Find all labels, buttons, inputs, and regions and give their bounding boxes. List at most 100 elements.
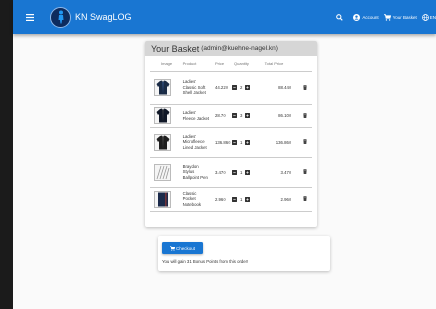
product-thumbnail[interactable]	[154, 190, 171, 208]
shopping-cart-icon	[383, 13, 391, 21]
basket-table: Image Product Price Quantity Total Price…	[150, 56, 312, 212]
quantity-stepper: 3	[232, 113, 265, 118]
product-price: 3.47¤	[209, 157, 233, 188]
table-row: Braydon Stylus Ballpoint Pen 3.47¤ 1 3.4…	[150, 157, 312, 188]
language-label: EN	[429, 14, 436, 20]
column-header-quantity: Quantity	[232, 56, 265, 72]
quantity-stepper: 2	[232, 85, 265, 90]
shopping-cart-icon	[169, 245, 175, 251]
language-button[interactable]: EN	[421, 13, 436, 21]
quantity-cell: 1	[232, 187, 265, 212]
increase-quantity-button[interactable]	[245, 85, 251, 90]
increase-quantity-button[interactable]	[245, 196, 251, 202]
minus-icon	[233, 198, 236, 200]
basket-button[interactable]: Your Basket	[383, 13, 417, 21]
table-row: Ladies' Microfleece Lined Jacket 136.86¤…	[150, 127, 312, 158]
checkout-label: Checkout	[175, 245, 195, 251]
plus-icon	[246, 140, 250, 144]
image-cell	[150, 157, 183, 188]
quantity-cell: 3	[232, 104, 265, 128]
app-logo[interactable]	[50, 6, 71, 28]
plus-icon	[246, 86, 250, 89]
quantity-stepper: 1	[232, 196, 265, 202]
trash-icon	[302, 139, 307, 144]
product-thumbnail[interactable]	[154, 133, 171, 151]
account-label: Account	[362, 14, 379, 20]
quantity-value: 2	[240, 85, 243, 90]
minus-icon	[233, 141, 236, 143]
trash-icon	[302, 169, 307, 174]
total-price: 136.86¤	[264, 127, 298, 158]
table-header-row: Image Product Price Quantity Total Price	[150, 56, 312, 72]
column-header-total-price: Total Price	[264, 56, 298, 72]
column-header-image: Image	[150, 56, 183, 72]
delete-item-button[interactable]	[302, 196, 307, 201]
product-name: Braydon Stylus Ballpoint Pen	[182, 157, 210, 188]
pen-icon	[156, 165, 170, 179]
app-page: KN SwagLOG Account Your Basket EN Your B…	[13, 0, 436, 309]
delete-item-button[interactable]	[302, 169, 307, 174]
checkout-button[interactable]: Checkout	[162, 242, 203, 254]
delete-item-button[interactable]	[302, 84, 307, 90]
top-toolbar: KN SwagLOG Account Your Basket EN	[13, 0, 436, 34]
jacket-icon	[156, 80, 169, 95]
minus-icon	[233, 171, 236, 173]
delete-item-button[interactable]	[302, 139, 307, 144]
notebook-icon	[157, 192, 168, 206]
logo-figure-icon	[58, 10, 63, 24]
menu-button[interactable]	[21, 8, 39, 26]
table-row: Classic Pocket Notebook 2.96¤ 1 2.96¤	[150, 187, 312, 212]
decrease-quantity-button[interactable]	[232, 85, 238, 90]
decrease-quantity-button[interactable]	[232, 139, 238, 145]
product-name: Ladies' Fleece Jacket	[182, 104, 210, 128]
column-header-product: Product	[182, 56, 210, 72]
search-icon	[336, 13, 343, 21]
delete-cell	[297, 157, 312, 188]
increase-quantity-button[interactable]	[245, 113, 251, 118]
account-button[interactable]: Account	[353, 13, 379, 21]
quantity-cell: 1	[232, 127, 265, 158]
bonus-points-message: You will gain 31 Bonus Points from this …	[162, 259, 249, 264]
column-header-actions	[297, 56, 312, 72]
product-name: Ladies' Classic Soft Shell Jacket	[182, 71, 210, 105]
jacket-icon	[156, 135, 169, 149]
trash-icon	[302, 84, 307, 90]
plus-icon	[246, 114, 250, 117]
decrease-quantity-button[interactable]	[232, 113, 238, 118]
jacket-icon	[156, 108, 169, 123]
basket-title: Your Basket	[151, 43, 200, 54]
plus-icon	[246, 170, 250, 174]
product-price: 136.86¤	[209, 127, 233, 158]
product-thumbnail[interactable]	[154, 79, 171, 96]
trash-icon	[302, 196, 307, 201]
delete-cell	[297, 127, 312, 158]
minus-icon	[233, 87, 236, 88]
column-header-price: Price	[209, 56, 233, 72]
delete-item-button[interactable]	[302, 112, 307, 118]
product-thumbnail[interactable]	[154, 107, 171, 124]
decrease-quantity-button[interactable]	[232, 169, 238, 175]
increase-quantity-button[interactable]	[245, 139, 251, 145]
quantity-cell: 1	[232, 157, 265, 188]
basket-header: Your Basket (admin@kuehne-nagel.kn)	[145, 41, 317, 56]
decrease-quantity-button[interactable]	[232, 196, 238, 202]
delete-cell	[297, 71, 312, 105]
checkout-card: Checkout You will gain 31 Bonus Points f…	[158, 236, 330, 271]
app-title[interactable]: KN SwagLOG	[75, 12, 132, 22]
image-cell	[150, 71, 183, 105]
trash-icon	[302, 112, 307, 118]
delete-cell	[297, 187, 312, 212]
total-price: 86.10¤	[264, 104, 298, 128]
search-button[interactable]	[333, 11, 345, 23]
account-circle-icon	[353, 13, 361, 21]
quantity-stepper: 1	[232, 169, 265, 175]
image-cell	[150, 127, 183, 158]
product-price: 44.22¤	[209, 71, 233, 105]
delete-cell	[297, 104, 312, 128]
globe-icon	[421, 13, 429, 21]
total-price: 2.96¤	[264, 187, 298, 212]
product-thumbnail[interactable]	[154, 163, 171, 181]
increase-quantity-button[interactable]	[245, 169, 251, 175]
quantity-value: 3	[240, 113, 243, 118]
basket-label: Your Basket	[392, 14, 417, 20]
